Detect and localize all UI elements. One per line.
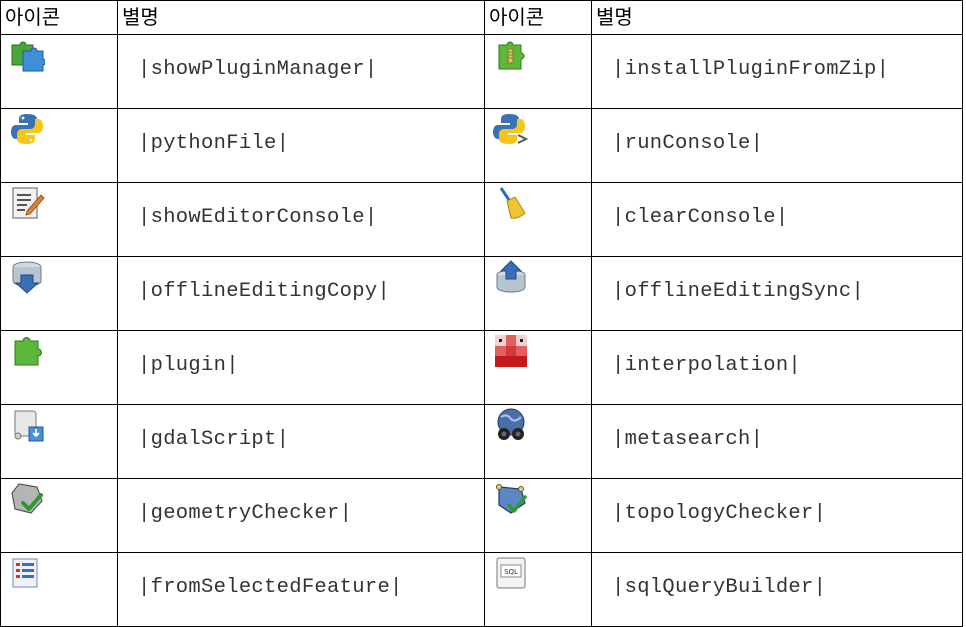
plugin-manager-icon [11,41,45,72]
icon-cell [484,478,592,553]
icon-cell: SQL [484,552,592,627]
sql-query-builder-icon: SQL [496,557,526,589]
interpolation-icon [495,335,527,367]
geometry-checker-icon [11,483,43,514]
alias-cell: |runConsole| [591,108,963,183]
alias-column-header: 별명 [591,0,963,35]
table-row: |offlineEditingCopy| |offlineEditingSync… [0,256,963,331]
alias-cell: |clearConsole| [591,182,963,257]
alias-cell: |showEditorConsole| [117,182,485,257]
offline-editing-sync-icon [496,260,526,293]
icon-column-header: 아이콘 [0,0,118,35]
alias-cell: |geometryChecker| [117,478,485,553]
icon-alias-table: 아이콘 별명 아이콘 별명 |showPluginManager| |insta… [0,0,963,627]
table-row: |showPluginManager| |installPluginFromZi… [0,34,963,109]
table-row: |plugin| |interpolation| [0,330,963,405]
offline-editing-copy-icon [12,261,42,294]
clear-console-broom-icon [499,187,526,219]
run-console-icon [493,114,529,144]
editor-console-icon [12,187,45,219]
alias-cell: |pythonFile| [117,108,485,183]
alias-cell: |offlineEditingCopy| [117,256,485,331]
alias-cell: |showPluginManager| [117,34,485,109]
icon-cell [0,552,118,627]
icon-cell [484,256,592,331]
python-file-icon [11,114,43,144]
icon-cell [0,34,118,109]
icon-cell [0,330,118,405]
alias-cell: |installPluginFromZip| [591,34,963,109]
icon-cell [0,108,118,183]
icon-column-header: 아이콘 [484,0,592,35]
alias-cell: |metasearch| [591,404,963,479]
icon-cell [0,478,118,553]
gdal-script-icon [14,410,44,442]
alias-cell: |interpolation| [591,330,963,405]
metasearch-globe-icon [497,408,525,440]
icon-cell [484,108,592,183]
icon-cell [484,330,592,405]
alias-cell: |offlineEditingSync| [591,256,963,331]
table-row: |showEditorConsole| |clearConsole| [0,182,963,257]
alias-cell: |fromSelectedFeature| [117,552,485,627]
header-row: 아이콘 별명 아이콘 별명 [0,0,963,35]
alias-cell: |sqlQueryBuilder| [591,552,963,627]
svg-text:SQL: SQL [504,568,518,576]
from-selected-feature-icon [12,558,38,588]
table-row: |fromSelectedFeature| SQL |sqlQueryBuild… [0,552,963,627]
topology-checker-icon [496,484,527,514]
icon-cell [484,182,592,257]
table-row: |pythonFile| |runConsole| [0,108,963,183]
alias-cell: |plugin| [117,330,485,405]
install-plugin-zip-icon [498,41,525,70]
icon-cell [0,182,118,257]
table-row: |geometryChecker| |topologyChecker| [0,478,963,553]
plugin-puzzle-icon [14,337,42,366]
alias-cell: |gdalScript| [117,404,485,479]
icon-cell [0,404,118,479]
icon-cell [0,256,118,331]
icon-cell [484,404,592,479]
icon-cell [484,34,592,109]
alias-column-header: 별명 [117,0,485,35]
alias-cell: |topologyChecker| [591,478,963,553]
table-row: |gdalScript| |metasearch| [0,404,963,479]
